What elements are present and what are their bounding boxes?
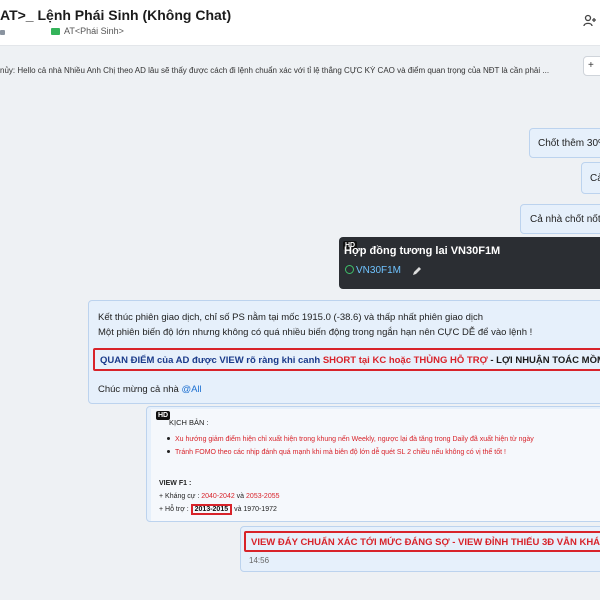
channel-tag-label[interactable]: AT<Phái Sinh> <box>64 26 124 36</box>
bullet-text: Xu hướng giảm điểm hiện chỉ xuất hiện tr… <box>175 436 534 443</box>
market-summary-message[interactable]: Kết thúc phiên giao dịch, chỉ số PS nằm … <box>88 300 600 404</box>
pinned-message-bar[interactable]: nủy: Hello cả nhà Nhiều Anh Chị theo AD … <box>0 56 600 86</box>
resistance-label: + Kháng cự : <box>159 493 202 500</box>
scenario-image[interactable]: HD KỊCH BẢN : Xu hướng giảm điểm hiện ch… <box>151 409 600 521</box>
contract-symbol[interactable]: VN30F1M <box>345 265 401 276</box>
message-text: Chốt thêm 30% <box>538 138 600 149</box>
support-value-b: và 1970-1972 <box>232 506 277 513</box>
message-bubble[interactable]: Chốt thêm 30% <box>529 128 600 158</box>
highlight-part-c: - LỢI NHUẬN TOÁC MỒM ! <box>487 355 600 366</box>
pencil-icon[interactable] <box>412 266 422 276</box>
member-icon <box>0 30 5 35</box>
summary-line-1: Kết thúc phiên giao dịch, chỉ số PS nằm … <box>98 312 483 323</box>
scenario-image-message[interactable]: HD KỊCH BẢN : Xu hướng giảm điểm hiện ch… <box>146 406 600 522</box>
support-value-a: 2013-2015 <box>190 504 233 515</box>
message-text: Cả nhà chốt nốt <box>530 214 600 225</box>
scenario-bullet: Xu hướng giảm điểm hiện chỉ xuất hiện tr… <box>167 436 534 443</box>
message-timestamp: 14:56 <box>249 556 270 565</box>
support-line: + Hỗ trợ : 2013-2015 và 1970-1972 <box>159 504 277 515</box>
futures-contract-card[interactable]: HD Hợp đồng tương lai VN30F1M VN30F1M <box>339 237 600 289</box>
highlight-part-b: SHORT tại KC hoặc THỦNG HỖ TRỢ <box>322 355 488 366</box>
bullet-text: Tránh FOMO theo các nhịp đánh quá mạnh k… <box>175 449 506 456</box>
add-member-icon[interactable] <box>583 14 597 28</box>
scenario-title: KỊCH BẢN : <box>169 418 209 427</box>
highlight-part-a: QUAN ĐIỂM của AD được VIEW rõ ràng khi c… <box>100 355 323 366</box>
support-label: + Hỗ trợ : <box>159 506 191 513</box>
symbol-text: VN30F1M <box>356 265 402 276</box>
tag-icon <box>51 28 60 35</box>
pinned-expand-button[interactable]: + <box>583 56 600 76</box>
summary-line-2: Một phiên biến độ lớn nhưng không có quá… <box>98 327 533 338</box>
message-text: Cả <box>590 173 600 184</box>
chat-header: AT>_ Lệnh Phái Sinh (Không Chat) AT<Phái… <box>0 0 600 46</box>
channel-title: AT>_ Lệnh Phái Sinh (Không Chat) <box>0 7 232 23</box>
message-bubble[interactable]: Cả nhà chốt nốt <box>520 204 600 234</box>
resistance-joiner: và <box>234 493 247 500</box>
contract-title: Hợp đồng tương lai VN30F1M <box>344 245 501 257</box>
highlight-text: QUAN ĐIỂM của AD được VIEW rõ ràng khi c… <box>100 355 600 366</box>
message-bubble[interactable]: Cả <box>581 162 600 194</box>
resistance-value-a: 2040-2042 <box>201 493 235 500</box>
highlight-box: QUAN ĐIỂM của AD được VIEW rõ ràng khi c… <box>93 348 600 371</box>
congrats-line: Chúc mừng cả nhà @All <box>98 384 202 395</box>
status-circle-icon <box>345 265 354 274</box>
highlight-text: VIEW ĐÁY CHUẨN XÁC TỚI MỨC ĐÁNG SỢ - VIE… <box>251 537 600 548</box>
view-accuracy-message[interactable]: VIEW ĐÁY CHUẨN XÁC TỚI MỨC ĐÁNG SỢ - VIE… <box>240 526 600 572</box>
hd-badge: HD <box>156 411 171 420</box>
congrats-text: Chúc mừng cả nhà <box>98 384 182 395</box>
highlight-box: VIEW ĐÁY CHUẨN XÁC TỚI MỨC ĐÁNG SỢ - VIE… <box>244 531 600 552</box>
mention-all[interactable]: @All <box>181 384 201 395</box>
resistance-line: + Kháng cự : 2040-2042 và 2053-2055 <box>159 493 280 500</box>
view-label: VIEW F1 : <box>159 480 192 487</box>
resistance-value-b: 2053-2055 <box>246 493 280 500</box>
pinned-message-text[interactable]: nủy: Hello cả nhà Nhiều Anh Chị theo AD … <box>0 66 580 75</box>
scenario-bullet: Tránh FOMO theo các nhịp đánh quá mạnh k… <box>167 449 506 456</box>
